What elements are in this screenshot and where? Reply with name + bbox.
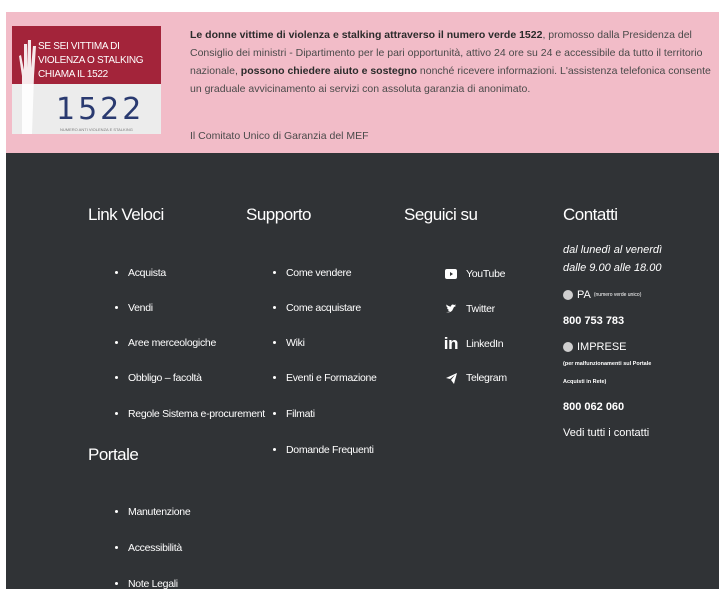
supporto-column: Supporto [246, 205, 312, 225]
social-telegram[interactable]: Telegram [444, 371, 507, 385]
telegram-icon [444, 371, 458, 385]
link-manutenzione[interactable]: Manutenzione [128, 506, 191, 518]
supporto-title: Supporto [246, 205, 312, 224]
link-aree-merceologiche[interactable]: Aree merceologiche [128, 337, 216, 349]
social-linkedin-label: LinkedIn [466, 338, 504, 350]
banner-description: Le donne vittime di violenza e stalking … [190, 26, 712, 98]
contatti-imprese-note-1: (per malfunzionamenti sul Portale [563, 361, 652, 367]
contatti-pa-note: (numero verde unico) [593, 292, 642, 298]
link-veloci-title: Link Veloci [88, 205, 164, 224]
social-telegram-label: Telegram [466, 372, 507, 384]
link-vendi[interactable]: Vendi [128, 302, 153, 314]
social-twitter[interactable]: Twitter [444, 302, 495, 316]
contatti-imprese: IMPRESE [563, 341, 713, 353]
social-linkedin[interactable]: in LinkedIn [443, 334, 504, 353]
link-come-vendere[interactable]: Come vendere [286, 267, 352, 279]
contatti-all-link[interactable]: Vedi tutti i contatti [563, 427, 713, 439]
site-footer: Link Veloci Acquista Vendi Aree merceolo… [6, 153, 719, 590]
image-slogan: SE SEI VITTIMA DI VIOLENZA O STALKING CH… [38, 41, 144, 80]
contatti-pa-label: PA [577, 289, 591, 301]
link-wiki[interactable]: Wiki [286, 337, 305, 349]
link-eventi-formazione[interactable]: Eventi e Formazione [286, 372, 377, 384]
link-note-legali[interactable]: Note Legali [128, 578, 178, 590]
contatti-details: dal lunedì al venerdì dalle 9.00 alle 18… [563, 241, 713, 439]
seguici-title: Seguici su [404, 205, 478, 224]
twitter-icon [444, 302, 458, 316]
link-regole-sistema[interactable]: Regole Sistema e-procurement [128, 408, 265, 420]
social-youtube[interactable]: YouTube [444, 267, 505, 281]
link-obbligo-facolta[interactable]: Obbligo – facoltà [128, 372, 202, 384]
image-caption: NUMERO ANTI VIOLENZA E STALKING [60, 127, 133, 132]
contatti-imprese-note-2: Acquisti in Rete) [563, 379, 607, 385]
phone-icon [563, 290, 573, 300]
contatti-hours-time: dalle 9.00 alle 18.00 [563, 262, 662, 274]
contatti-column: Contatti [563, 205, 618, 225]
portale-title: Portale [88, 445, 139, 464]
link-come-acquistare[interactable]: Come acquistare [286, 302, 361, 314]
contatti-pa: PA (numero verde unico) [563, 289, 713, 301]
youtube-icon [444, 267, 458, 281]
link-accessibilita[interactable]: Accessibilità [128, 542, 182, 554]
phone-icon [563, 342, 573, 352]
contatti-title: Contatti [563, 205, 618, 224]
violence-hotline-banner: SE SEI VITTIMA DI VIOLENZA O STALKING CH… [6, 12, 719, 153]
hotline-1522-image[interactable]: SE SEI VITTIMA DI VIOLENZA O STALKING CH… [12, 26, 161, 134]
link-domande-frequenti[interactable]: Domande Frequenti [286, 444, 374, 456]
social-youtube-label: YouTube [466, 268, 506, 280]
image-number-1522: 1522 [56, 92, 145, 127]
contatti-pa-phone[interactable]: 800 753 783 [563, 315, 713, 327]
link-filmati[interactable]: Filmati [286, 408, 315, 420]
contatti-hours-days: dal lunedì al venerdì [563, 244, 663, 256]
portale-column: Portale [88, 445, 139, 465]
raised-hand-icon [19, 40, 36, 134]
link-acquista[interactable]: Acquista [128, 267, 166, 279]
seguici-column: Seguici su [404, 205, 478, 225]
banner-bold-2: possono chiedere aiuto e sostegno [240, 65, 417, 77]
banner-signature: Il Comitato Unico di Garanzia del MEF [190, 130, 369, 142]
contatti-imprese-phone[interactable]: 800 062 060 [563, 401, 713, 413]
linkedin-icon: in [443, 334, 459, 353]
social-twitter-label: Twitter [466, 303, 495, 315]
link-veloci-column: Link Veloci [88, 205, 164, 225]
contatti-imprese-label: IMPRESE [577, 341, 627, 353]
banner-bold-1: Le donne vittime di violenza e stalking … [190, 29, 543, 41]
